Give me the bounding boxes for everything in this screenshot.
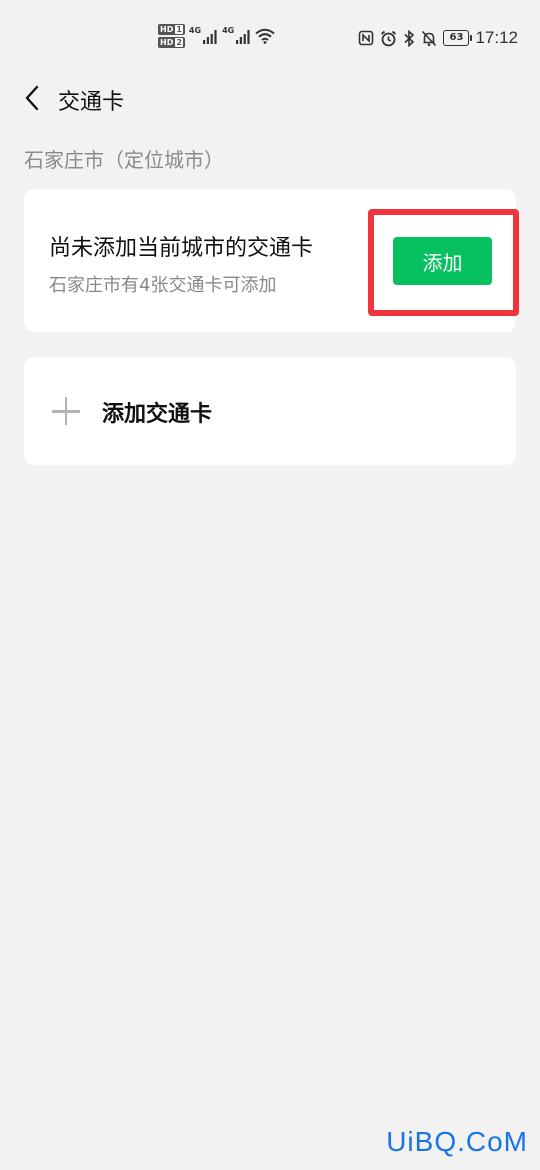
signal-icon [236,30,250,44]
battery-indicator: 63 [443,30,473,46]
add-transit-card-row[interactable]: 添加交通卡 [24,357,516,465]
mute-bell-icon [422,30,437,46]
signal-group-1: 4G [189,27,218,45]
alarm-icon [381,30,397,46]
chevron-left-icon [25,85,39,111]
hd-badge-1: HD 1 [158,24,185,35]
status-left: HD 1 HD 2 4G 4G [158,24,275,48]
hd-badge-2: HD 2 [158,37,185,48]
sim-number: 2 [175,38,183,47]
available-cards-subtitle: 石家庄市有4张交通卡可添加 [49,275,277,296]
nav-header: 交通卡 [0,78,540,118]
wifi-icon [255,28,275,44]
nfc-icon [359,30,374,46]
battery-level: 63 [449,32,464,43]
status-right: 63 17:12 [358,28,518,48]
sim-number: 1 [175,25,183,34]
hd-label: HD [160,25,174,34]
bluetooth-icon [404,29,415,47]
clock: 17:12 [475,28,518,47]
page-title: 交通卡 [58,90,125,115]
add-transit-card-label: 添加交通卡 [102,402,213,427]
back-button[interactable] [14,78,50,118]
located-city-label: 石家庄市（定位城市） [24,148,224,172]
network-type-label: 4G [188,26,202,35]
hd-indicators: HD 1 HD 2 [158,24,185,48]
add-button[interactable]: 添加 [393,237,492,285]
signal-group-2: 4G [222,27,251,45]
signal-icon [203,30,217,44]
network-type-label: 4G [222,26,235,35]
status-bar: HD 1 HD 2 4G 4G 63 17:12 [0,0,540,80]
no-card-title: 尚未添加当前城市的交通卡 [49,236,314,261]
page: HD 1 HD 2 4G 4G 63 17:12 交通卡 石家庄市（定位城市） … [0,0,540,1170]
watermark: UiBQ.CoM [386,1126,528,1157]
plus-icon [52,397,80,425]
hd-label: HD [160,38,174,47]
